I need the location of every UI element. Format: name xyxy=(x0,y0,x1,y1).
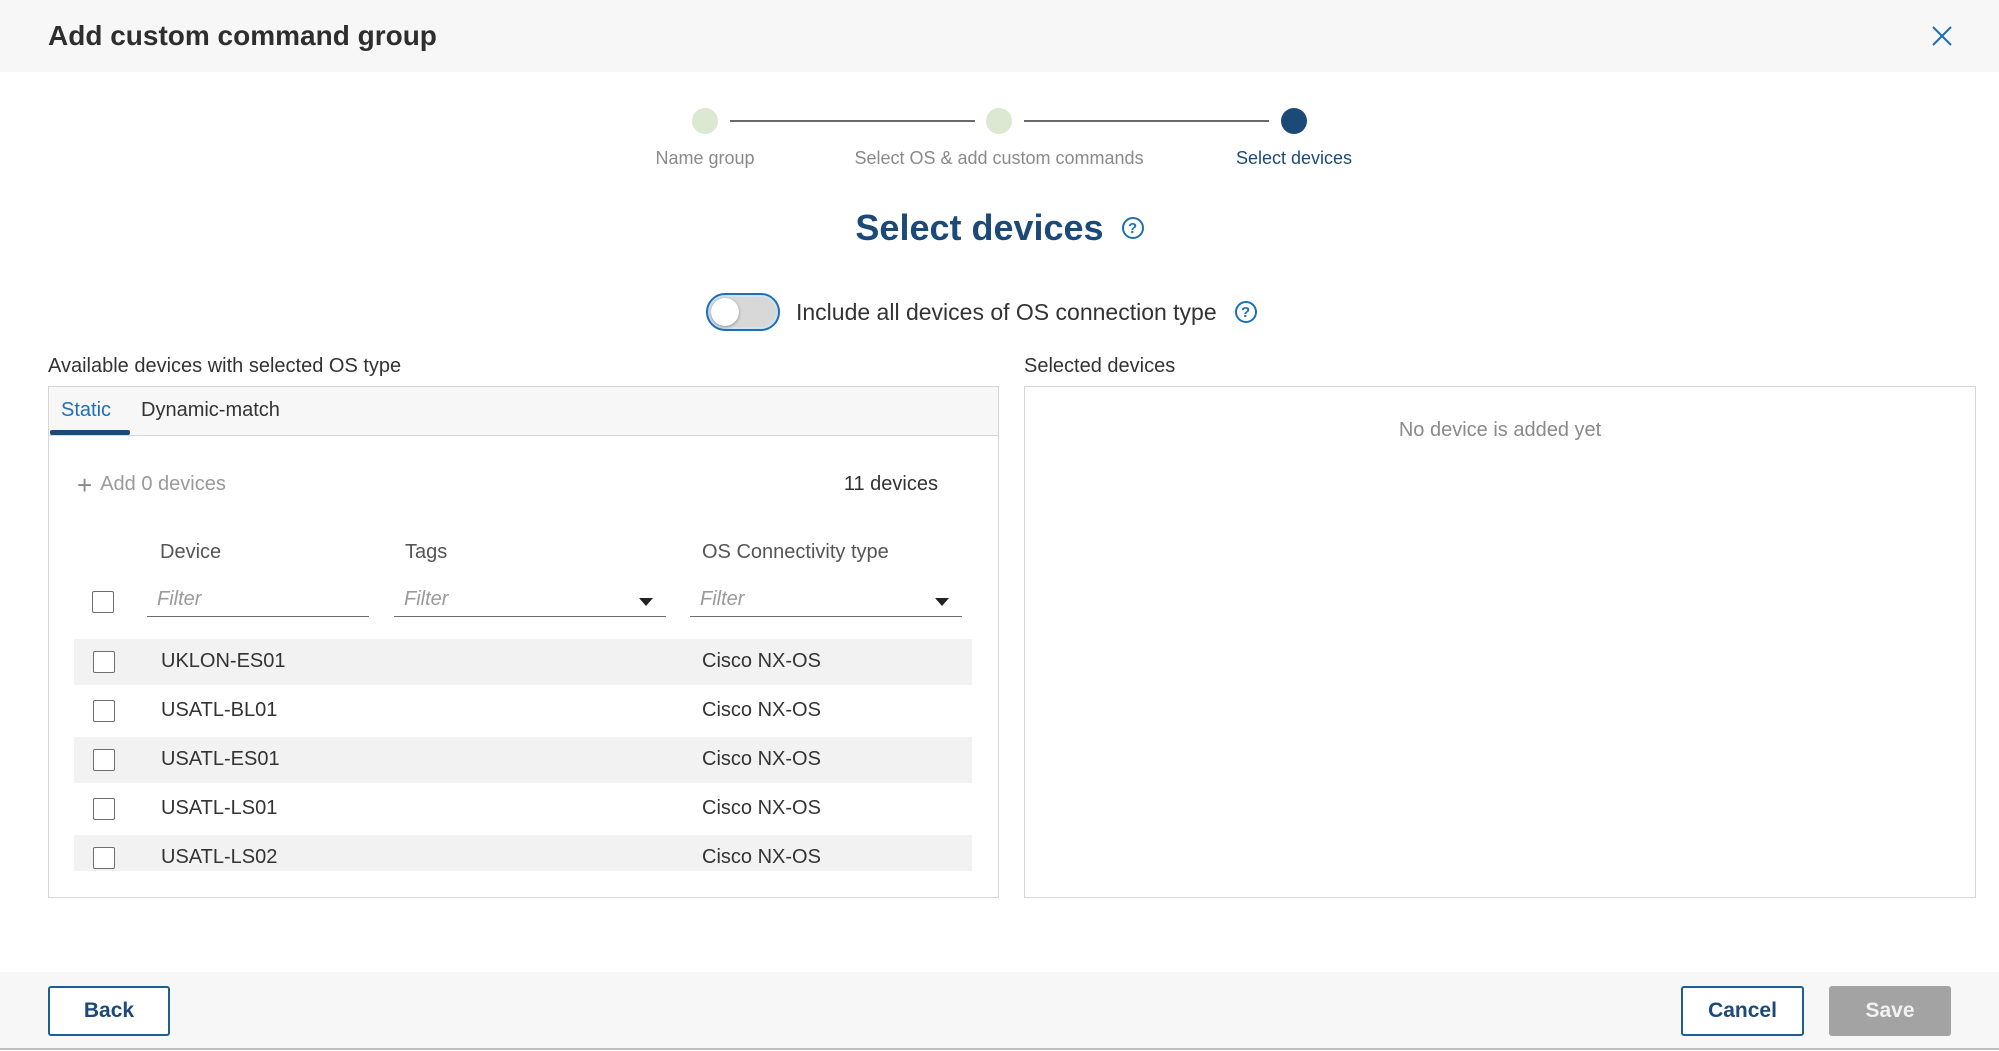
column-header-device: Device xyxy=(160,541,222,563)
device-os: Cisco NX-OS xyxy=(702,797,821,819)
step-label-select-os: Select OS & add custom commands xyxy=(854,148,1144,168)
device-os: Cisco NX-OS xyxy=(702,699,821,721)
step-connector xyxy=(730,120,975,122)
device-os: Cisco NX-OS xyxy=(702,846,821,868)
device-os: Cisco NX-OS xyxy=(702,748,821,770)
device-filter-input[interactable] xyxy=(147,583,369,617)
step-label-name-group: Name group xyxy=(655,148,755,168)
close-icon xyxy=(1932,26,1952,46)
device-name: USATL-BL01 xyxy=(161,699,278,721)
available-devices-panel: Static Dynamic-match + Add 0 devices 11 … xyxy=(48,386,999,898)
table-row[interactable]: USATL-LS02 Cisco NX-OS xyxy=(74,835,972,871)
row-checkbox[interactable] xyxy=(93,749,115,771)
close-button[interactable] xyxy=(1924,18,1960,54)
tags-filter-input[interactable] xyxy=(394,583,666,617)
caret-down-icon[interactable] xyxy=(935,598,949,606)
device-count: 11 devices xyxy=(843,473,938,495)
step-connector xyxy=(1024,120,1269,122)
empty-state-message: No device is added yet xyxy=(1398,419,1602,441)
table-row[interactable]: UKLON-ES01 Cisco NX-OS xyxy=(74,639,972,685)
table-row[interactable]: USATL-BL01 Cisco NX-OS xyxy=(74,688,972,734)
dialog-footer: Back Cancel Save xyxy=(0,972,1999,1050)
add-devices-button[interactable]: + Add 0 devices xyxy=(77,469,226,500)
row-checkbox[interactable] xyxy=(93,847,115,869)
device-name: UKLON-ES01 xyxy=(161,650,286,672)
caret-down-icon[interactable] xyxy=(639,598,653,606)
table-row[interactable]: USATL-ES01 Cisco NX-OS xyxy=(74,737,972,783)
device-name: USATL-LS02 xyxy=(161,846,278,868)
available-devices-label: Available devices with selected OS type xyxy=(48,355,402,377)
help-icon[interactable]: ? xyxy=(1234,301,1257,323)
save-button[interactable]: Save xyxy=(1829,986,1951,1036)
device-list: UKLON-ES01 Cisco NX-OS USATL-BL01 Cisco … xyxy=(74,639,972,871)
toggle-label: Include all devices of OS connection typ… xyxy=(796,298,1217,325)
os-filter-input[interactable] xyxy=(690,583,962,617)
selected-devices-label: Selected devices xyxy=(1024,355,1176,377)
selected-devices-panel: No device is added yet xyxy=(1024,386,1976,898)
dialog-header: Add custom command group xyxy=(0,0,1999,72)
toggle-knob xyxy=(711,298,739,326)
include-all-toggle[interactable] xyxy=(706,293,780,331)
step-indicator-name-group xyxy=(692,108,718,134)
active-tab-indicator xyxy=(50,430,130,435)
plus-icon: + xyxy=(77,469,93,500)
back-button[interactable]: Back xyxy=(48,986,170,1036)
tab-static[interactable]: Static xyxy=(61,399,111,422)
help-icon[interactable]: ? xyxy=(1121,217,1144,239)
column-header-os: OS Connectivity type xyxy=(702,541,889,563)
device-os: Cisco NX-OS xyxy=(702,650,821,672)
table-row[interactable]: USATL-LS01 Cisco NX-OS xyxy=(74,786,972,832)
section-title: Select devices xyxy=(855,207,1104,248)
row-checkbox[interactable] xyxy=(93,700,115,722)
add-devices-label: Add 0 devices xyxy=(100,473,226,495)
add-command-group-dialog: Add custom command group Name group Sele… xyxy=(0,0,1999,1050)
device-tabs: Static Dynamic-match xyxy=(49,387,998,436)
tab-dynamic-match[interactable]: Dynamic-match xyxy=(141,399,280,422)
device-name: USATL-ES01 xyxy=(161,748,280,770)
include-all-toggle-row: Include all devices of OS connection typ… xyxy=(706,292,1257,332)
device-name: USATL-LS01 xyxy=(161,797,278,819)
step-indicator-select-os xyxy=(986,108,1012,134)
select-all-checkbox[interactable] xyxy=(92,591,114,613)
column-header-tags: Tags xyxy=(405,541,448,563)
step-indicator-select-devices xyxy=(1281,108,1307,134)
section-heading: Select devices ? xyxy=(0,207,1999,249)
step-label-select-devices: Select devices xyxy=(1235,148,1353,168)
row-checkbox[interactable] xyxy=(93,651,115,673)
dialog-title: Add custom command group xyxy=(48,20,437,51)
cancel-button[interactable]: Cancel xyxy=(1681,986,1804,1036)
row-checkbox[interactable] xyxy=(93,798,115,820)
